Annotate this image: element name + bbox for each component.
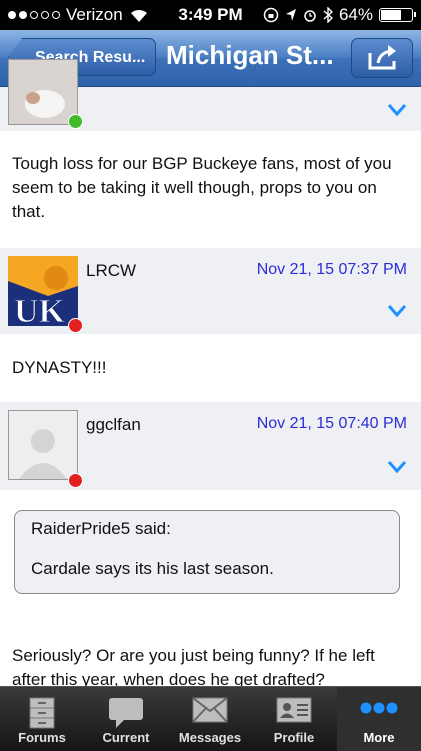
status-bar: Verizon 3:49 PM 64% (0, 0, 421, 30)
ellipsis-icon (360, 702, 398, 714)
envelope-icon (192, 697, 228, 723)
id-card-icon (276, 697, 312, 723)
tab-bar: Forums Current Messages Profile More (0, 686, 421, 751)
post-header (0, 59, 421, 131)
tab-current[interactable]: Current (84, 687, 168, 751)
chevron-down-icon[interactable] (387, 460, 407, 474)
tab-label: Current (102, 730, 150, 745)
tab-label: More (363, 730, 395, 745)
tab-profile[interactable]: Profile (252, 687, 336, 751)
tab-label: Forums (18, 730, 66, 745)
post-username[interactable]: ggclfan (86, 415, 141, 435)
svg-text:UK: UK (14, 293, 66, 326)
online-status-icon (68, 114, 83, 129)
rotation-lock-icon (263, 7, 279, 23)
quote-author: RaiderPride5 said: (31, 519, 171, 538)
alarm-icon (304, 10, 316, 22)
post-header: ggclfan Nov 21, 15 07:40 PM (0, 402, 421, 490)
avatar[interactable] (8, 59, 78, 125)
post-username[interactable]: LRCW (86, 261, 136, 281)
avatar[interactable] (8, 410, 78, 480)
post-date: Nov 21, 15 07:37 PM (256, 261, 407, 278)
battery-icon (379, 8, 416, 22)
chevron-down-icon[interactable] (387, 304, 407, 318)
location-icon (285, 9, 296, 21)
post-date: Nov 21, 15 07:40 PM (256, 415, 407, 432)
share-icon (368, 45, 396, 70)
tab-label: Profile (273, 730, 315, 745)
post-body: DYNASTY!!! (12, 358, 107, 377)
speech-bubble-icon (109, 698, 143, 728)
share-button[interactable] (351, 38, 413, 78)
quote-text: Cardale says its his last season. (31, 559, 274, 578)
status-right: 64% (263, 5, 416, 25)
tab-messages[interactable]: Messages (168, 687, 252, 751)
post-body: Tough loss for our BGP Buckeye fans, mos… (12, 154, 392, 221)
chevron-down-icon[interactable] (387, 103, 407, 117)
quote-block: RaiderPride5 said: Cardale says its his … (14, 510, 400, 594)
page-title: Michigan St... (166, 40, 334, 70)
avatar[interactable]: UK (8, 256, 78, 326)
battery-percent: 64% (338, 5, 373, 24)
tab-label: Messages (178, 730, 242, 745)
offline-status-icon (68, 318, 83, 333)
post-body: Seriously? Or are you just being funny? … (12, 646, 375, 689)
tab-more[interactable]: More (337, 687, 421, 751)
offline-status-icon (68, 473, 83, 488)
filing-cabinet-icon (29, 697, 55, 729)
tab-forums[interactable]: Forums (0, 687, 84, 751)
post-header: UK LRCW Nov 21, 15 07:37 PM (0, 248, 421, 334)
bluetooth-icon (323, 7, 333, 23)
